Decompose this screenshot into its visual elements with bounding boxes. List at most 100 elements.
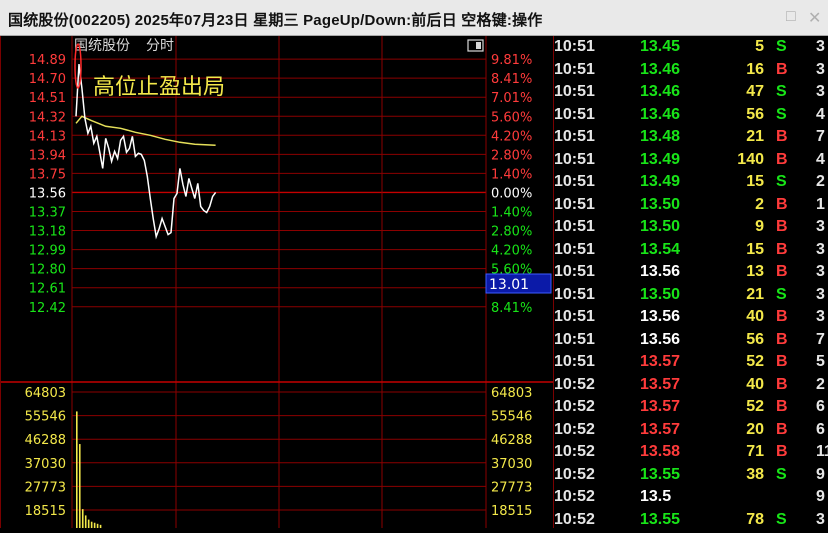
trade-side: S: [776, 38, 787, 55]
trade-price: 13.50: [640, 285, 681, 303]
trade-row[interactable]: 10:52 13.58 71 B 11: [554, 441, 828, 464]
volume-bar: [90, 521, 93, 528]
trade-volume: 38: [746, 465, 764, 483]
trade-price: 13.57: [640, 398, 681, 415]
maximize-icon[interactable]: □: [786, 8, 796, 26]
trade-volume: 52: [746, 398, 764, 415]
trade-price: 13.55: [640, 510, 681, 528]
volume-tick-label: 55546: [25, 410, 66, 425]
trade-row[interactable]: 10:52 13.57 40 B 2: [554, 374, 828, 397]
trade-side: B: [776, 398, 788, 415]
volume-tick-label-right: 46288: [491, 433, 532, 448]
percent-tick-label: 2.80%: [491, 148, 532, 163]
trade-row[interactable]: 10:52 13.55 78 S 3: [554, 509, 828, 529]
trade-row[interactable]: 10:51 13.46 56 S 4: [554, 104, 828, 127]
trade-row[interactable]: 10:51 13.57 52 B 5: [554, 351, 828, 374]
percent-tick-label: 1.40%: [491, 206, 532, 221]
trade-row[interactable]: 10:51 13.50 2 B 1: [554, 194, 828, 217]
trade-row[interactable]: 10:51 13.56 40 B 3: [554, 306, 828, 329]
trade-count: 7: [816, 330, 825, 348]
cursor-price-box: 13.01: [485, 273, 552, 294]
percent-tick-label: 9.81%: [491, 53, 532, 68]
trade-volume: 40: [746, 375, 764, 393]
trade-row[interactable]: 10:51 13.56 13 B 3: [554, 261, 828, 284]
trade-price: 13.49: [640, 173, 681, 190]
trade-count: 3: [816, 285, 825, 303]
tick-trades-panel[interactable]: 10:51 13.45 5 S 3 10:51 13.46 16 B 3 10:51 13.46 47 S…: [553, 36, 828, 528]
intraday-chart-panel[interactable]: 14.89 14.70 14.51 14.32 14.13 13.94 13.75 13.56…: [0, 36, 553, 528]
trade-price: 13.46: [640, 105, 681, 123]
trade-price: 13.50: [640, 195, 681, 213]
volume-axis-right: 64803 55546 46288 37030 27773 18515: [491, 386, 532, 519]
trade-count: 4: [816, 150, 825, 168]
volume-tick-label-right: 37030: [491, 457, 532, 472]
trade-side: B: [776, 60, 788, 78]
trade-row[interactable]: 10:51 13.49 140 B 4: [554, 149, 828, 172]
volume-axis-left: 64803 55546 46288 37030 27773 18515: [25, 386, 66, 519]
trade-time: 10:52: [554, 510, 595, 528]
price-tick-label: 13.75: [29, 167, 66, 182]
trade-side: B: [776, 353, 788, 370]
trade-row[interactable]: 10:51 13.54 15 B 3: [554, 239, 828, 262]
trade-row[interactable]: 10:52 13.57 52 B 6: [554, 396, 828, 419]
trade-volume: 140: [737, 150, 764, 168]
trade-side: B: [776, 218, 788, 235]
window-title: 国统股份(002205) 2025年07月23日 星期三 PageUp/Down…: [8, 12, 543, 29]
trade-price: 13.46: [640, 83, 681, 100]
percent-tick-label: 7.01%: [491, 91, 532, 106]
trade-row[interactable]: 10:52 13.55 38 S 9: [554, 464, 828, 487]
trade-row[interactable]: 10:52 13.57 20 B 6: [554, 419, 828, 442]
trade-side: B: [776, 263, 788, 280]
trade-row[interactable]: 10:51 13.45 5 S 3: [554, 36, 828, 59]
trade-volume: 21: [746, 128, 764, 145]
trade-volume: 2: [755, 195, 764, 213]
trade-price: 13.45: [640, 38, 681, 55]
trade-count: 3: [816, 218, 825, 235]
trade-row[interactable]: 10:51 13.56 56 B 7: [554, 329, 828, 352]
trade-count: 3: [816, 263, 825, 280]
trade-time: 10:51: [554, 150, 595, 168]
trade-time: 10:51: [554, 195, 595, 213]
trade-time: 10:52: [554, 375, 595, 393]
intraday-chart[interactable]: 14.89 14.70 14.51 14.32 14.13 13.94 13.75 13.56…: [0, 36, 553, 528]
trade-price: 13.57: [640, 353, 681, 370]
chart-mode-label[interactable]: 分时: [146, 38, 174, 54]
trade-count: 2: [816, 173, 825, 190]
trade-time: 10:52: [554, 398, 595, 415]
trade-volume: 40: [746, 308, 764, 325]
volume-bar: [96, 523, 99, 528]
trade-price: 13.5: [640, 488, 672, 505]
volume-bar: [93, 522, 96, 528]
trade-price: 13.56: [640, 263, 681, 280]
price-tick-label: 14.32: [29, 110, 66, 125]
percent-tick-label: 1.40%: [491, 167, 532, 182]
volume-tick-label: 18515: [25, 504, 66, 519]
close-icon[interactable]: ✕: [808, 8, 821, 28]
trade-row[interactable]: 10:51 13.48 21 B 7: [554, 126, 828, 149]
trade-side: S: [776, 173, 787, 190]
trade-time: 10:51: [554, 308, 595, 325]
trade-time: 10:51: [554, 105, 595, 123]
trade-row[interactable]: 10:51 13.50 9 B 3: [554, 216, 828, 239]
trade-volume: 71: [746, 443, 764, 460]
trade-row[interactable]: 10:51 13.49 15 S 2: [554, 171, 828, 194]
trade-time: 10:51: [554, 240, 595, 258]
window-titlebar: 国统股份(002205) 2025年07月23日 星期三 PageUp/Down…: [0, 0, 828, 36]
trade-price: 13.57: [640, 375, 681, 393]
trade-price: 13.57: [640, 420, 681, 438]
volume-tick-label-right: 27773: [491, 480, 532, 495]
trade-price: 13.55: [640, 465, 681, 483]
price-tick-label: 14.89: [29, 53, 66, 68]
trade-side: B: [776, 240, 788, 258]
trade-row[interactable]: 10:51 13.46 47 S 3: [554, 81, 828, 104]
trade-price: 13.56: [640, 308, 681, 325]
trade-volume: 56: [746, 330, 764, 348]
price-tick-label: 14.70: [29, 72, 66, 87]
price-tick-label: 12.61: [29, 282, 66, 297]
trade-row[interactable]: 10:51 13.50 21 S 3: [554, 284, 828, 307]
trade-row[interactable]: 10:51 13.46 16 B 3: [554, 59, 828, 82]
trade-side: B: [776, 330, 788, 348]
volume-bar: [81, 509, 84, 528]
price-tick-label: 12.99: [29, 244, 66, 259]
trade-row[interactable]: 10:52 13.5 9: [554, 486, 828, 509]
